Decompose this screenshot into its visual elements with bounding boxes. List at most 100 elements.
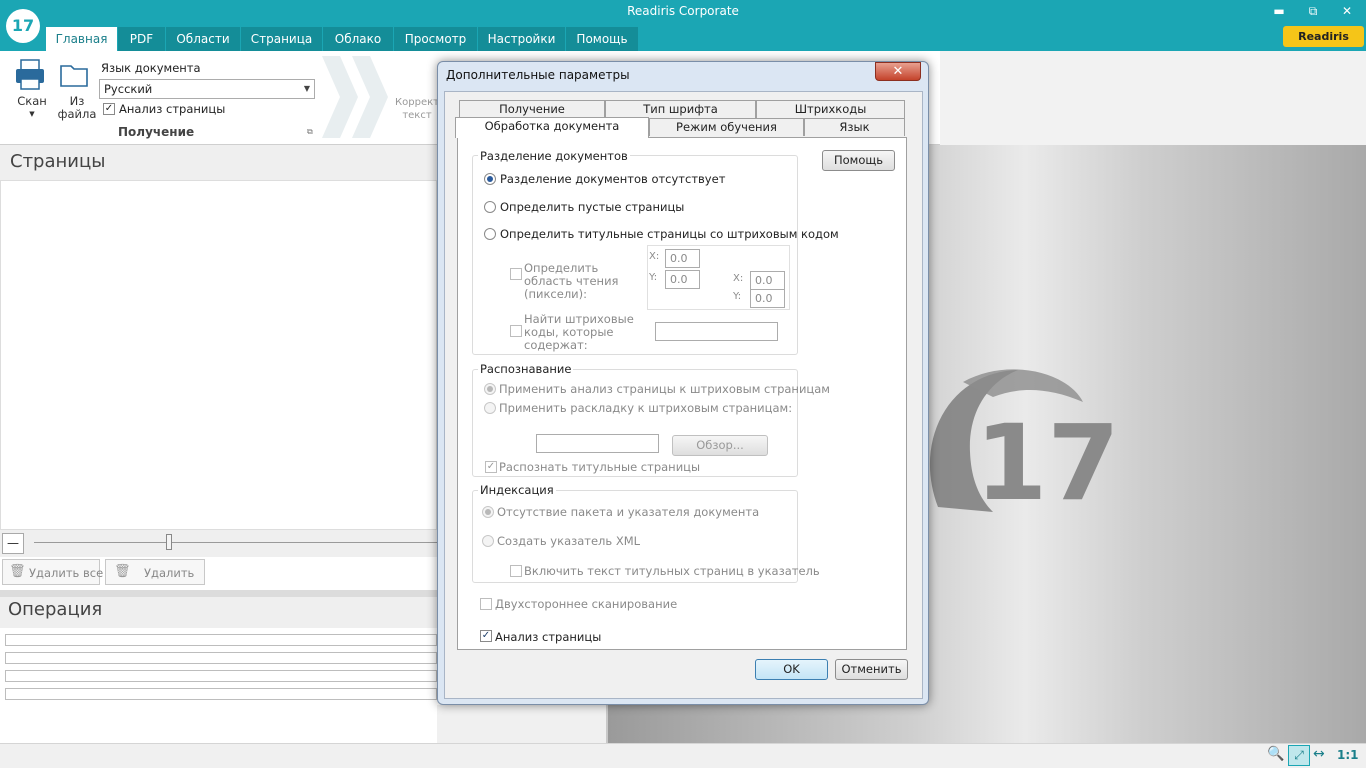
tab-cloud[interactable]: Облако [323,27,394,51]
scanner-icon [16,59,44,90]
app-title: Readiris Corporate [627,4,739,18]
radio-apply-analysis[interactable] [484,383,496,395]
tab-pdf[interactable]: PDF [118,27,166,51]
arrow-decoration-icon [322,56,388,138]
tab-help[interactable]: Помощь [566,27,639,51]
from-file-button[interactable]: Из файла [56,58,98,122]
delete-all-label: Удалить все [29,566,104,580]
doc-language-value: Русский [104,82,153,96]
app-logo[interactable]: 17 [6,9,40,43]
recognize-cover-label: Распознать титульные страницы [499,460,701,474]
separation-group-title: Разделение документов [478,149,630,163]
fit-width-icon[interactable]: ↔ [1313,746,1325,762]
dialog-launcher-icon[interactable]: ⧉ [307,127,313,137]
close-icon[interactable]: ✕ [1334,3,1360,19]
browse-button[interactable]: Обзор... [672,435,768,456]
radio-apply-layout[interactable] [484,402,496,414]
radio-detect-blank[interactable] [484,201,496,213]
page-analysis-dialog-checkbox[interactable]: ✓ [480,630,492,642]
trash-icon: 🗑 [114,564,131,579]
find-barcodes-label: Найти штриховые коды, которые содержат: [524,312,634,352]
restore-icon[interactable]: ⧉ [1300,3,1326,19]
recognize-cover-checkbox[interactable]: ✓ [485,461,497,473]
duplex-scan-label: Двухстороннее сканирование [495,597,678,611]
dialog-close-icon[interactable]: ✕ [875,62,921,81]
chevron-down-icon: ▼ [29,110,35,118]
fit-page-icon[interactable]: ⤢ [1288,745,1310,766]
zoom-slider-track[interactable] [34,542,437,543]
cancel-button[interactable]: Отменить [835,659,908,680]
ok-button[interactable]: OK [755,659,828,680]
apply-layout-label: Применить раскладку к штриховым страница… [499,401,793,415]
pages-panel-title: Страницы [0,145,437,180]
tab-home[interactable]: Главная [46,27,118,51]
acquisition-group-label: Получение [118,125,195,139]
read-area-label: Определить область чтения (пиксели): [524,261,619,301]
correct-text-label: Коррект текст [395,97,439,121]
tab-font-type[interactable]: Тип шрифта [605,100,756,118]
operation-progress-row [5,634,437,646]
x2-input[interactable]: 0.0 [750,271,785,290]
chevron-down-icon: ▼ [303,84,310,93]
recognition-group-title: Распознавание [478,362,574,376]
delete-all-button[interactable]: 🗑 Удалить все [2,559,104,585]
no-separation-label: Разделение документов отсутствует [500,172,726,186]
readiris-store-button[interactable]: Readiris Store [1283,26,1364,64]
tab-page[interactable]: Страница [241,27,323,51]
radio-no-batch-index[interactable] [482,506,494,518]
scan-label: Скан [17,94,47,108]
layout-path-input[interactable] [536,434,659,453]
delete-button[interactable]: 🗑 Удалить [105,559,205,585]
doc-language-label: Язык документа [101,61,201,75]
radio-detect-barcode-cover[interactable] [484,228,496,240]
doc-language-select[interactable]: Русский ▼ [99,79,315,99]
operation-progress-row [5,688,437,700]
watermark-version-text: 17 [975,402,1120,524]
read-area-checkbox[interactable] [510,268,522,280]
y2-label: Y: [733,291,742,302]
tab-document-processing[interactable]: Обработка документа [455,117,649,138]
search-zoom-icon[interactable]: 🔍 [1267,746,1284,762]
page-analysis-label: Анализ страницы [119,102,226,116]
x1-label: X: [649,251,660,262]
folder-icon [60,65,88,87]
tab-view[interactable]: Просмотр [394,27,478,51]
duplex-scan-checkbox[interactable] [480,598,492,610]
pages-list[interactable] [0,180,437,530]
minimize-icon[interactable]: ▬ [1266,3,1292,19]
tab-barcodes[interactable]: Штрихкоды [756,100,905,118]
x1-input[interactable]: 0.0 [665,249,700,268]
page-analysis-checkbox[interactable]: ✓ [103,103,115,115]
scan-button[interactable]: Скан ▼ [12,58,52,118]
ribbon-background [940,51,1366,145]
tab-settings[interactable]: Настройки [478,27,566,51]
radio-create-xml-index[interactable] [482,535,494,547]
operation-panel-title: Операция [0,597,437,628]
left-panel-footer [437,705,608,743]
zoom-out-button[interactable]: — [2,533,24,554]
trash-icon: 🗑 [9,564,26,579]
y1-label: Y: [649,272,658,283]
indexing-group-title: Индексация [478,483,556,497]
y2-input[interactable]: 0.0 [750,289,785,308]
tab-language[interactable]: Язык [804,118,905,136]
detect-blank-label: Определить пустые страницы [500,200,685,214]
zoom-slider-thumb[interactable] [166,534,172,550]
tab-areas[interactable]: Области [166,27,241,51]
help-button[interactable]: Помощь [822,150,895,171]
y1-input[interactable]: 0.0 [665,270,700,289]
panel-splitter[interactable] [0,590,437,597]
find-barcodes-input[interactable] [655,322,778,341]
radio-no-separation[interactable] [484,173,496,185]
tab-learning-mode[interactable]: Режим обучения [649,118,804,136]
operation-progress-row [5,670,437,682]
operation-progress-row [5,652,437,664]
find-barcodes-checkbox[interactable] [510,325,522,337]
no-batch-index-label: Отсутствие пакета и указателя документа [497,505,760,519]
delete-label: Удалить [144,566,195,580]
detect-barcode-cover-label: Определить титульные страницы со штрихов… [500,227,839,241]
include-cover-text-checkbox[interactable] [510,565,522,577]
dialog-title: Дополнительные параметры [446,68,630,82]
tab-acquisition[interactable]: Получение [459,100,605,118]
zoom-ratio[interactable]: 1:1 [1337,748,1359,762]
